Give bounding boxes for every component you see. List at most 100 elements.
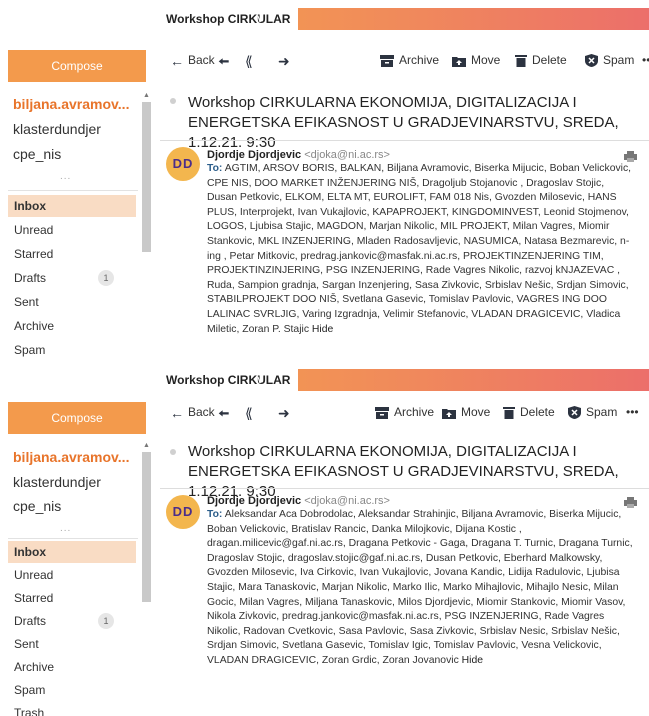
tab-bar: Workshop CIRKULAR ∨ <box>158 369 649 391</box>
folder-drafts-label: Drafts <box>14 271 47 285</box>
hide-recipients-link[interactable]: Hide <box>312 324 333 335</box>
more-accounts[interactable]: ... <box>60 523 71 534</box>
folder-inbox[interactable]: Inbox <box>8 541 136 563</box>
to-label: To: <box>207 163 223 174</box>
divider <box>160 488 649 489</box>
reply-all-button[interactable]: ⟪ <box>245 402 257 422</box>
sidebar-scrollbar[interactable] <box>142 102 151 252</box>
more-actions-button[interactable]: ••• <box>626 402 639 422</box>
folder-unread[interactable]: Unread <box>8 564 136 586</box>
account-cpe-nis[interactable]: cpe_nis <box>13 146 61 162</box>
sender-email: <djoka@ni.ac.rs> <box>304 149 390 161</box>
scroll-up-icon[interactable]: ▲ <box>143 442 150 449</box>
folder-unread[interactable]: Unread <box>8 219 136 241</box>
back-label: Back <box>188 53 215 67</box>
chevron-down-icon[interactable]: ∨ <box>252 11 268 27</box>
folder-spam[interactable]: Spam <box>8 339 136 361</box>
forward-button[interactable]: ➜ <box>278 50 294 70</box>
folder-inbox[interactable]: Inbox <box>8 195 136 217</box>
sidebar-scrollbar[interactable] <box>142 452 151 602</box>
shield-icon <box>568 406 581 420</box>
spam-button[interactable]: Spam <box>585 50 634 70</box>
folder-spam[interactable]: Spam <box>8 679 136 701</box>
sender-line: Djordje Djordjevic <djoka@ni.ac.rs> <box>207 149 390 161</box>
back-button[interactable]: ← Back <box>170 50 215 70</box>
reply-all-icon: ⟪ <box>245 52 253 69</box>
mail-window-bottom: Workshop CIRKULAR ∨ Compose biljana.avra… <box>0 362 649 716</box>
print-icon[interactable] <box>624 497 637 508</box>
more-actions-button[interactable]: ••• <box>642 50 649 70</box>
folder-sent[interactable]: Sent <box>8 633 136 655</box>
move-label: Move <box>471 53 501 67</box>
folder-starred[interactable]: Starred <box>8 243 136 265</box>
folder-archive[interactable]: Archive <box>8 656 136 678</box>
account-klasterdundjer[interactable]: klasterdundjer <box>13 121 101 137</box>
compose-button[interactable]: Compose <box>8 402 146 434</box>
sidebar: Compose biljana.avramov... klasterdundje… <box>0 30 155 362</box>
recipients-text: Aleksandar Aca Dobrodolac, Aleksandar St… <box>207 509 633 666</box>
move-label: Move <box>461 405 491 419</box>
account-cpe-nis[interactable]: cpe_nis <box>13 498 61 514</box>
message-subject: Workshop CIRKULARNA EKONOMIJA, DIGITALIZ… <box>188 443 619 500</box>
mail-window-top: Workshop CIRKULAR ∨ Compose biljana.avra… <box>0 0 649 362</box>
print-icon[interactable] <box>624 151 637 162</box>
move-button[interactable]: Move <box>452 50 500 70</box>
tab-title[interactable]: Workshop CIRKULAR <box>158 369 299 391</box>
tab-bar: Workshop CIRKULAR ∨ <box>158 8 649 30</box>
message-toolbar: ← Back 🠨 ⟪ ➜ Archive Move Delete Spam ••• <box>170 50 649 70</box>
back-button[interactable]: ← Back <box>170 402 215 422</box>
divider <box>8 538 138 539</box>
folder-drafts[interactable]: Drafts 1 <box>8 610 136 632</box>
folder-starred[interactable]: Starred <box>8 587 136 609</box>
account-klasterdundjer[interactable]: klasterdundjer <box>13 474 101 490</box>
reply-button[interactable]: 🠨 <box>218 50 233 70</box>
recipients-text: AGTIM, ARSOV BORIS, BALKAN, Biljana Avra… <box>207 163 632 335</box>
compose-button[interactable]: Compose <box>8 50 146 82</box>
delete-button[interactable]: Delete <box>503 402 555 422</box>
reply-all-icon: ⟪ <box>245 404 253 421</box>
drafts-count-badge: 1 <box>98 270 114 286</box>
archive-icon <box>380 54 394 67</box>
archive-icon <box>375 406 389 419</box>
account-biljana[interactable]: biljana.avramov... <box>13 449 129 465</box>
chevron-down-icon[interactable]: ∨ <box>252 372 268 388</box>
drafts-count-badge: 1 <box>98 613 114 629</box>
folder-trash[interactable]: Trash <box>8 702 136 716</box>
scroll-up-icon[interactable]: ▲ <box>143 92 150 99</box>
sender-name[interactable]: Djordje Djordjevic <box>207 495 301 507</box>
folder-drafts[interactable]: Drafts 1 <box>8 267 136 289</box>
archive-button[interactable]: Archive <box>375 402 434 422</box>
folder-move-icon <box>442 408 456 419</box>
reply-button[interactable]: 🠨 <box>218 402 233 422</box>
sender-line: Djordje Djordjevic <djoka@ni.ac.rs> <box>207 495 390 507</box>
forward-icon: ➜ <box>278 404 290 421</box>
archive-label: Archive <box>394 405 435 419</box>
message-subject: Workshop CIRKULARNA EKONOMIJA, DIGITALIZ… <box>188 94 619 151</box>
more-accounts[interactable]: ... <box>60 171 71 182</box>
hide-recipients-link[interactable]: Hide <box>462 655 483 666</box>
avatar[interactable]: DD <box>166 147 200 181</box>
spam-label: Spam <box>603 53 635 67</box>
sender-name[interactable]: Djordje Djordjevic <box>207 149 301 161</box>
trash-icon <box>515 55 527 68</box>
reply-all-button[interactable]: ⟪ <box>245 50 257 70</box>
reply-icon: 🠨 <box>218 52 230 69</box>
spam-label: Spam <box>586 405 618 419</box>
forward-icon: ➜ <box>278 52 290 69</box>
archive-button[interactable]: Archive <box>380 50 439 70</box>
folder-archive[interactable]: Archive <box>8 315 136 337</box>
delete-button[interactable]: Delete <box>515 50 567 70</box>
unread-dot <box>170 98 176 104</box>
back-label: Back <box>188 405 215 419</box>
forward-button[interactable]: ➜ <box>278 402 294 422</box>
avatar[interactable]: DD <box>166 495 200 529</box>
move-button[interactable]: Move <box>442 402 490 422</box>
archive-label: Archive <box>399 53 440 67</box>
folder-sent[interactable]: Sent <box>8 291 136 313</box>
spam-button[interactable]: Spam <box>568 402 617 422</box>
to-label: To: <box>207 509 223 520</box>
account-biljana[interactable]: biljana.avramov... <box>13 96 129 112</box>
folder-move-icon <box>452 56 466 67</box>
tab-title[interactable]: Workshop CIRKULAR <box>158 8 299 30</box>
delete-label: Delete <box>532 53 567 67</box>
